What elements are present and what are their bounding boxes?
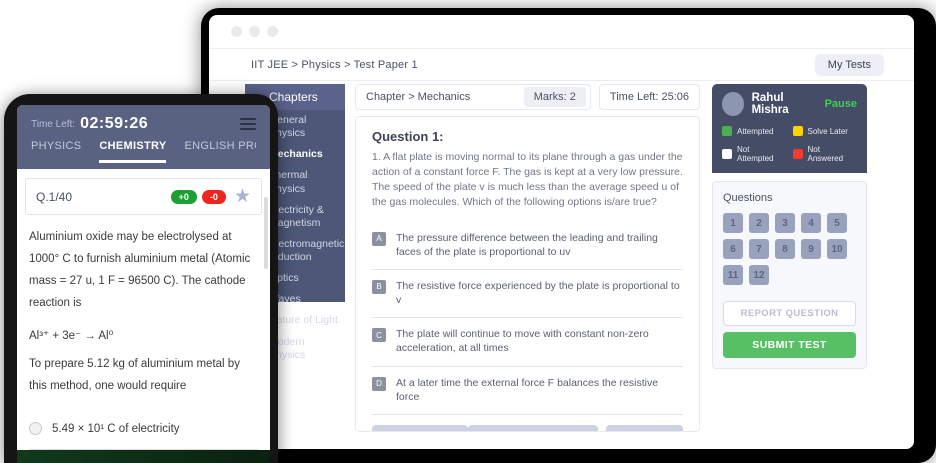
- browser-window: IIT JEE > Physics > Test Paper 1 My Test…: [209, 15, 914, 449]
- question-number-grid: 1 2 3 4 5 6 7: [723, 213, 856, 285]
- time-left-badge: Time Left: 25:06: [599, 84, 700, 110]
- positive-marks-badge: +0: [171, 190, 197, 204]
- questions-card: Questions 1 2 3 4 5: [712, 181, 867, 369]
- legend-swatch: [793, 126, 803, 136]
- subject-tab[interactable]: PHYSICS: [31, 140, 81, 163]
- legend-label: Not Answered: [808, 145, 858, 163]
- answer-option-row[interactable]: D At a later time the external force F b…: [372, 367, 683, 415]
- answer-option-row[interactable]: C The plate will continue to move with c…: [372, 318, 683, 366]
- pause-button[interactable]: Pause: [825, 98, 857, 110]
- phone-screen: Time Left: 02:59:26 PHYSICS CHEMISTRY EN…: [17, 105, 270, 463]
- legend-item: Solve Later: [793, 126, 858, 136]
- answer-option-row[interactable]: A The pressure difference between the le…: [372, 222, 683, 270]
- legend-item: Attempted: [722, 126, 787, 136]
- legend-label: Attempted: [737, 127, 773, 136]
- option-letter-badge: C: [372, 328, 386, 342]
- option-text: The resistive force experienced by the p…: [396, 279, 683, 307]
- status-legend: Attempted Solve Later Not Attempted: [722, 126, 857, 163]
- user-card: Rahul Mishra Pause Attempted: [712, 84, 867, 173]
- option-letter-badge: B: [372, 280, 386, 294]
- legend-swatch: [722, 149, 732, 159]
- question-number-cell[interactable]: 5: [827, 213, 847, 233]
- chapter-breadcrumb: Chapter > Mechanics: [366, 91, 470, 103]
- submit-test-button[interactable]: SUBMIT TEST: [723, 332, 856, 358]
- radio-button-icon: [29, 422, 42, 435]
- report-question-button[interactable]: REPORT QUESTION: [723, 301, 856, 326]
- clear-response-button[interactable]: Clear Response: [372, 425, 468, 432]
- phone-formula: Al³⁺ + 3e⁻ → Al⁰: [25, 328, 262, 342]
- question-number-cell[interactable]: 2: [749, 213, 769, 233]
- subject-tabs: PHYSICS CHEMISTRY ENGLISH PROFICIENCY: [31, 140, 256, 163]
- marks-badge: Marks: 2: [524, 87, 586, 107]
- legend-item: Not Attempted: [722, 145, 787, 163]
- save-next-button[interactable]: Save & Next: [606, 425, 683, 432]
- phone-frame: Time Left: 02:59:26 PHYSICS CHEMISTRY EN…: [4, 94, 278, 463]
- bookmark-star-icon[interactable]: ★: [234, 187, 251, 206]
- question-number-cell[interactable]: 6: [723, 239, 743, 259]
- option-letter-badge: A: [372, 232, 386, 246]
- screenshot-stage: IIT JEE > Physics > Test Paper 1 My Test…: [0, 0, 936, 463]
- answer-option-row[interactable]: B The resistive force experienced by the…: [372, 270, 683, 318]
- user-name: Rahul Mishra: [752, 92, 817, 116]
- phone-question-area: Q.1/40 +0 -0 ★ Aluminium oxide may be el…: [17, 169, 270, 463]
- browser-chrome: [209, 15, 914, 49]
- question-title: Question 1:: [372, 129, 683, 144]
- subject-tab[interactable]: CHEMISTRY: [99, 140, 166, 163]
- status-panel: Rahul Mishra Pause Attempted: [712, 84, 867, 449]
- question-number-cell[interactable]: 1: [723, 213, 743, 233]
- question-number-cell[interactable]: 3: [775, 213, 795, 233]
- phone-bottom-bar: [17, 450, 270, 463]
- avatar: [722, 92, 744, 116]
- window-minimize-button[interactable]: [249, 26, 260, 37]
- option-letter-badge: D: [372, 377, 386, 391]
- question-number-cell[interactable]: 4: [801, 213, 821, 233]
- legend-label: Solve Later: [808, 127, 848, 136]
- breadcrumb[interactable]: IIT JEE > Physics > Test Paper 1: [251, 59, 418, 71]
- phone-question-text: Aluminium oxide may be electrolysed at 1…: [25, 227, 262, 314]
- question-text: 1. A flat plate is moving normal to its …: [372, 150, 683, 210]
- question-panel: Chapter > Mechanics Marks: 2 Time Left: …: [355, 84, 700, 449]
- question-number-cell[interactable]: 8: [775, 239, 795, 259]
- breadcrumb-bar: IIT JEE > Physics > Test Paper 1 My Test…: [209, 49, 914, 81]
- legend-label: Not Attempted: [737, 145, 787, 163]
- subject-tab[interactable]: ENGLISH PROFICIENCY: [184, 140, 256, 163]
- question-actions: Clear Response Solve this question later…: [372, 415, 683, 432]
- phone-question-text2: To prepare 5.12 kg of aluminium metal by…: [25, 354, 262, 398]
- question-counter: Q.1/40: [36, 190, 72, 204]
- question-number-cell[interactable]: 10: [827, 239, 847, 259]
- phone-answer-option[interactable]: 5.49 × 10¹ C of electricity: [29, 408, 258, 450]
- question-panel-header: Chapter > Mechanics Marks: 2 Time Left: …: [355, 84, 700, 110]
- phone-time-left-label: Time Left:: [31, 119, 75, 130]
- question-number-cell[interactable]: 7: [749, 239, 769, 259]
- app-content: Chapters General Physics Mechanics Therm…: [209, 81, 914, 449]
- questions-title: Questions: [723, 192, 856, 204]
- phone-scrollbar[interactable]: [264, 197, 268, 269]
- legend-swatch: [722, 126, 732, 136]
- phone-question-header: Q.1/40 +0 -0 ★: [25, 178, 262, 215]
- phone-time-left-value: 02:59:26: [80, 115, 148, 133]
- negative-marks-badge: -0: [202, 190, 226, 204]
- chapter-breadcrumb-bar: Chapter > Mechanics Marks: 2: [355, 84, 591, 110]
- option-text: At a later time the external force F bal…: [396, 376, 683, 404]
- question-number-cell[interactable]: 9: [801, 239, 821, 259]
- phone-option-text: 5.49 × 10¹ C of electricity: [52, 423, 180, 435]
- hamburger-menu-icon[interactable]: [240, 118, 256, 130]
- option-text: The pressure difference between the lead…: [396, 231, 683, 259]
- window-close-button[interactable]: [231, 26, 242, 37]
- phone-header: Time Left: 02:59:26 PHYSICS CHEMISTRY EN…: [17, 105, 270, 169]
- answer-options: A The pressure difference between the le…: [372, 222, 683, 415]
- question-card: Question 1: 1. A flat plate is moving no…: [355, 116, 700, 432]
- legend-swatch: [793, 149, 803, 159]
- legend-item: Not Answered: [793, 145, 858, 163]
- solve-later-button[interactable]: Solve this question later: [468, 425, 598, 432]
- window-maximize-button[interactable]: [267, 26, 278, 37]
- question-number-cell[interactable]: 11: [723, 265, 743, 285]
- question-number-cell[interactable]: 12: [749, 265, 769, 285]
- option-text: The plate will continue to move with con…: [396, 327, 683, 355]
- my-tests-button[interactable]: My Tests: [815, 54, 884, 76]
